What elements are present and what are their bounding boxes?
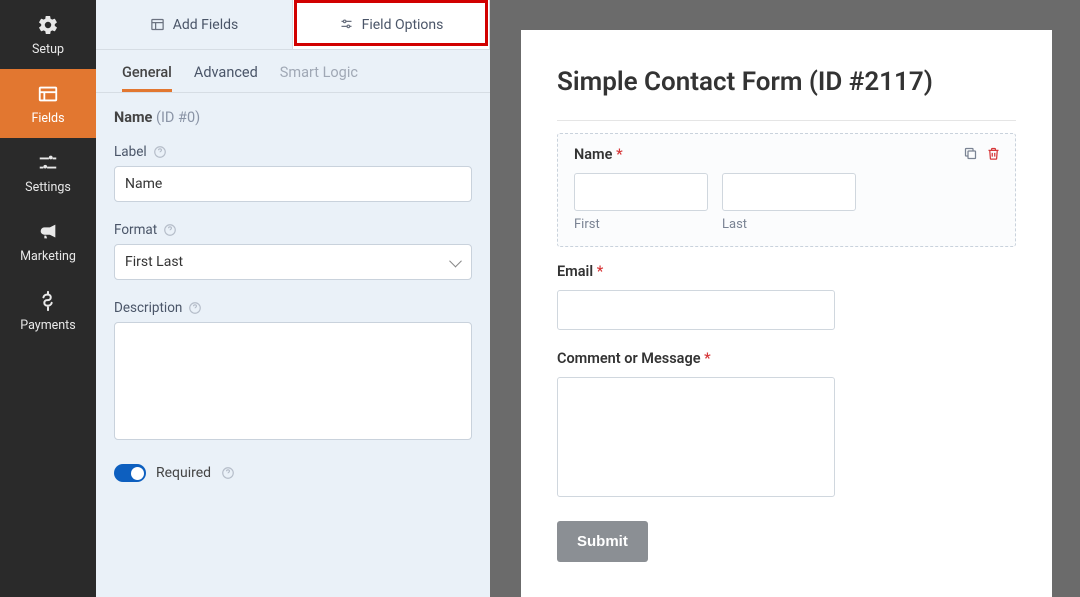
dollar-icon — [37, 290, 59, 312]
label-text: Email — [557, 263, 593, 280]
bullhorn-icon — [37, 221, 59, 243]
sidebar-label: Settings — [25, 180, 71, 195]
help-icon[interactable] — [188, 301, 202, 315]
option-label: Label — [114, 144, 472, 160]
required-asterisk: * — [616, 146, 623, 163]
sub-tab-advanced[interactable]: Advanced — [194, 64, 258, 92]
options-icon — [339, 17, 354, 32]
help-icon[interactable] — [153, 145, 167, 159]
sliders-icon — [37, 152, 59, 174]
preview-message-field[interactable]: Comment or Message * — [557, 350, 1016, 501]
field-id: (ID #0) — [156, 109, 200, 126]
field-actions — [963, 146, 1001, 161]
sidebar-item-marketing[interactable]: Marketing — [0, 207, 96, 276]
help-icon[interactable] — [163, 223, 177, 237]
option-format-group: Format First Last — [114, 222, 472, 280]
sidebar-label: Setup — [32, 42, 64, 57]
submit-button[interactable]: Submit — [557, 521, 648, 562]
sidebar-item-payments[interactable]: Payments — [0, 276, 96, 345]
main-sidebar: Setup Fields Settings Marketing Payments — [0, 0, 96, 597]
options-panel: Add Fields Field Options General Advance… — [96, 0, 493, 597]
label-text: Label — [114, 144, 147, 160]
first-name-col: First — [574, 173, 708, 232]
first-name-input[interactable] — [574, 173, 708, 211]
sidebar-item-settings[interactable]: Settings — [0, 138, 96, 207]
last-name-input[interactable] — [722, 173, 856, 211]
divider — [557, 120, 1016, 121]
required-asterisk: * — [597, 263, 604, 280]
sidebar-item-setup[interactable]: Setup — [0, 0, 96, 69]
field-label: Email * — [557, 263, 1016, 280]
required-toggle-row: Required — [114, 464, 472, 482]
duplicate-icon[interactable] — [963, 146, 978, 161]
field-label: Name * — [574, 146, 999, 163]
option-label: Format — [114, 222, 472, 238]
option-label-group: Label — [114, 144, 472, 202]
form-card: Simple Contact Form (ID #2117) Name * Fi… — [521, 30, 1052, 597]
sidebar-item-fields[interactable]: Fields — [0, 69, 96, 138]
format-select-wrap: First Last — [114, 244, 472, 280]
preview-canvas: Simple Contact Form (ID #2117) Name * Fi… — [493, 0, 1080, 597]
field-name: Name — [114, 109, 152, 126]
format-select[interactable]: First Last — [114, 244, 472, 280]
sub-tab-general[interactable]: General — [122, 64, 172, 92]
label-text: Description — [114, 300, 182, 316]
panel-body: Name (ID #0) Label Format First Last Des… — [96, 93, 490, 500]
field-title: Name (ID #0) — [114, 109, 472, 126]
option-description-group: Description — [114, 300, 472, 444]
last-sub-label: Last — [722, 217, 856, 232]
sidebar-label: Marketing — [20, 249, 76, 264]
field-label: Comment or Message * — [557, 350, 1016, 367]
option-label: Description — [114, 300, 472, 316]
name-sub-row: First Last — [574, 173, 999, 232]
email-input[interactable] — [557, 290, 835, 330]
preview-name-field[interactable]: Name * First Last — [557, 133, 1016, 247]
help-icon[interactable] — [221, 466, 235, 480]
label-text: Format — [114, 222, 157, 238]
last-name-col: Last — [722, 173, 856, 232]
first-sub-label: First — [574, 217, 708, 232]
preview-email-field[interactable]: Email * — [557, 263, 1016, 330]
gear-icon — [37, 14, 59, 36]
sub-tab-smart-logic[interactable]: Smart Logic — [280, 64, 358, 92]
label-text: Name — [574, 146, 612, 163]
trash-icon[interactable] — [986, 146, 1001, 161]
message-textarea[interactable] — [557, 377, 835, 497]
label-input[interactable] — [114, 166, 472, 202]
required-toggle[interactable] — [114, 464, 146, 482]
sub-tabs: General Advanced Smart Logic — [96, 50, 490, 93]
description-textarea[interactable] — [114, 322, 472, 440]
tab-label: Field Options — [362, 17, 444, 33]
tab-field-options[interactable]: Field Options — [293, 0, 490, 50]
label-text: Comment or Message — [557, 350, 701, 367]
fields-icon — [37, 83, 59, 105]
tab-add-fields[interactable]: Add Fields — [96, 0, 293, 50]
form-title: Simple Contact Form (ID #2117) — [557, 66, 1016, 100]
grid-icon — [150, 17, 165, 32]
required-label: Required — [156, 465, 211, 481]
tab-label: Add Fields — [173, 17, 239, 33]
sidebar-label: Payments — [20, 318, 75, 333]
panel-tabs: Add Fields Field Options — [96, 0, 490, 50]
sidebar-label: Fields — [31, 111, 64, 126]
required-asterisk: * — [704, 350, 711, 367]
